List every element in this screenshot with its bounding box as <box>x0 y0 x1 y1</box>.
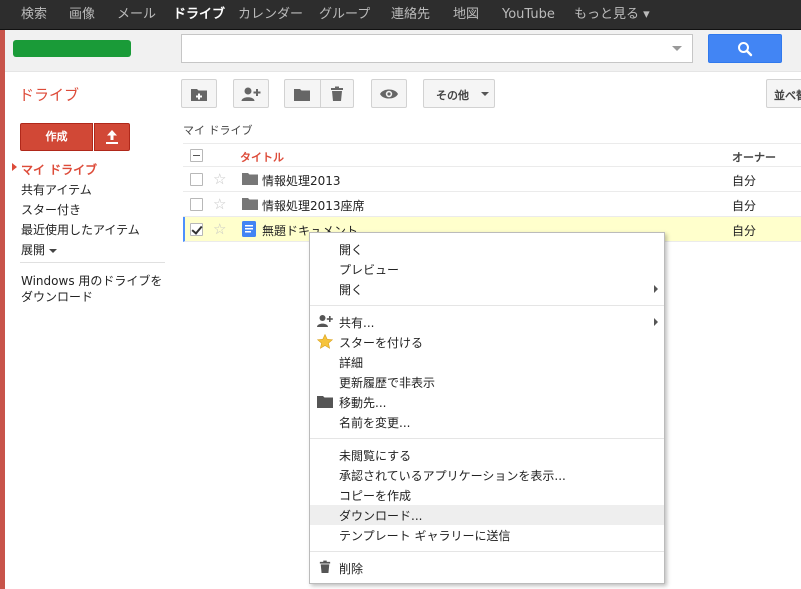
column-owner[interactable]: オーナー <box>732 149 776 165</box>
file-list-header: タイトル オーナー <box>183 143 801 167</box>
context-menu: 開く プレビュー 開く 共有... スターを付ける 詳細 更新履歴で非表示 移動… <box>309 232 665 584</box>
row-checkbox-checked[interactable] <box>190 223 203 236</box>
folder-icon <box>317 396 333 408</box>
file-owner: 自分 <box>732 174 757 188</box>
menu-item-open[interactable]: 開く <box>310 239 664 259</box>
menu-item-move-to[interactable]: 移動先... <box>310 392 664 412</box>
download-drive-link[interactable]: Windows 用のドライブをダウンロード <box>21 273 167 305</box>
menu-item-rename[interactable]: 名前を変更... <box>310 412 664 432</box>
trash-icon <box>319 560 331 573</box>
move-delete-button-group <box>284 79 354 108</box>
nav-images[interactable]: 画像 <box>68 0 95 30</box>
share-person-icon <box>317 315 333 327</box>
nav-drive[interactable]: ドライブ <box>172 0 225 30</box>
app-title[interactable]: ドライブ <box>19 84 79 105</box>
toolbar-divider <box>320 80 321 107</box>
sort-label: 並べ替 <box>774 89 801 102</box>
search-button[interactable] <box>708 34 782 63</box>
trash-icon[interactable] <box>330 86 344 102</box>
nav-search[interactable]: 検索 <box>20 0 47 30</box>
breadcrumb[interactable]: マイ ドライブ <box>183 122 253 138</box>
nav-mail[interactable]: メール <box>116 0 156 30</box>
sidebar-item-expand-label: 展開 <box>21 243 46 257</box>
document-icon <box>242 221 256 237</box>
file-row[interactable]: ☆ 情報処理2013座席 自分 <box>183 192 801 217</box>
share-button[interactable] <box>233 79 269 108</box>
nav-youtube[interactable]: YouTube <box>501 0 555 30</box>
search-icon <box>738 42 753 57</box>
nav-calendar[interactable]: カレンダー <box>237 0 303 30</box>
new-folder-icon <box>191 89 207 101</box>
file-name[interactable]: 情報処理2013座席 <box>262 197 365 214</box>
top-nav-bar: 検索 画像 メール ドライブ カレンダー グループ 連絡先 地図 YouTube… <box>0 0 801 30</box>
file-name[interactable]: 情報処理2013 <box>262 172 341 189</box>
submenu-arrow-icon <box>654 318 658 326</box>
upload-icon <box>106 130 118 144</box>
sort-button[interactable]: 並べ替 <box>766 79 801 108</box>
menu-item-mark-unviewed[interactable]: 未閲覧にする <box>310 445 664 465</box>
search-field[interactable] <box>182 35 662 62</box>
sidebar-item-starred[interactable]: スター付き <box>21 201 81 218</box>
row-checkbox[interactable] <box>190 198 203 211</box>
row-checkbox[interactable] <box>190 173 203 186</box>
menu-item-authorized-apps[interactable]: 承認されているアプリケーションを表示... <box>310 465 664 485</box>
sidebar-item-expand[interactable]: 展開 <box>21 241 58 258</box>
menu-item-hide-history[interactable]: 更新履歴で非表示 <box>310 372 664 392</box>
sidebar-item-recent[interactable]: 最近使用したアイテム <box>21 221 140 238</box>
file-owner: 自分 <box>732 224 757 238</box>
menu-item-download[interactable]: ダウンロード... <box>310 505 664 525</box>
create-button[interactable]: 作成 <box>20 123 93 151</box>
search-input[interactable] <box>181 34 693 63</box>
menu-separator <box>310 305 664 306</box>
chevron-down-icon <box>481 92 489 96</box>
nav-groups[interactable]: グループ <box>318 0 370 30</box>
folder-icon <box>242 198 258 210</box>
menu-separator <box>310 438 664 439</box>
preview-button[interactable] <box>371 79 407 108</box>
window-left-edge <box>0 0 5 589</box>
star-icon[interactable]: ☆ <box>213 171 226 187</box>
sidebar-item-shared[interactable]: 共有アイテム <box>21 181 92 198</box>
chevron-down-icon <box>49 248 58 253</box>
upload-button[interactable] <box>94 123 130 151</box>
active-item-marker-icon <box>12 163 17 171</box>
add-person-icon <box>241 87 261 101</box>
select-all-checkbox[interactable] <box>190 149 203 162</box>
menu-item-preview[interactable]: プレビュー <box>310 259 664 279</box>
star-icon[interactable]: ☆ <box>213 221 226 237</box>
nav-maps[interactable]: 地図 <box>452 0 479 30</box>
menu-item-submit-template[interactable]: テンプレート ギャラリーに送信 <box>310 525 664 545</box>
file-owner: 自分 <box>732 199 757 213</box>
sidebar-item-my-drive[interactable]: マイ ドライブ <box>21 161 97 178</box>
nav-more[interactable]: もっと見る ▾ <box>573 0 650 30</box>
search-header <box>5 30 801 72</box>
column-title[interactable]: タイトル <box>240 149 284 165</box>
more-actions-label: その他 <box>436 89 469 102</box>
logo <box>13 40 131 57</box>
sidebar-divider <box>20 262 165 263</box>
file-row[interactable]: ☆ 情報処理2013 自分 <box>183 167 801 192</box>
menu-item-details[interactable]: 詳細 <box>310 352 664 372</box>
move-to-folder-icon[interactable] <box>293 86 311 102</box>
star-icon <box>317 334 333 349</box>
menu-item-add-star[interactable]: スターを付ける <box>310 332 664 352</box>
menu-item-share[interactable]: 共有... <box>310 312 664 332</box>
new-folder-button[interactable] <box>181 79 217 108</box>
menu-item-delete[interactable]: 削除 <box>310 558 664 578</box>
nav-contacts[interactable]: 連絡先 <box>390 0 430 30</box>
more-actions-button[interactable]: その他 <box>423 79 495 108</box>
search-options-caret-icon[interactable] <box>672 46 682 51</box>
star-icon[interactable]: ☆ <box>213 196 226 212</box>
menu-item-make-copy[interactable]: コピーを作成 <box>310 485 664 505</box>
eye-icon <box>380 89 398 99</box>
menu-item-open-with[interactable]: 開く <box>310 279 664 299</box>
submenu-arrow-icon <box>654 285 658 293</box>
menu-separator <box>310 551 664 552</box>
folder-icon <box>242 173 258 185</box>
